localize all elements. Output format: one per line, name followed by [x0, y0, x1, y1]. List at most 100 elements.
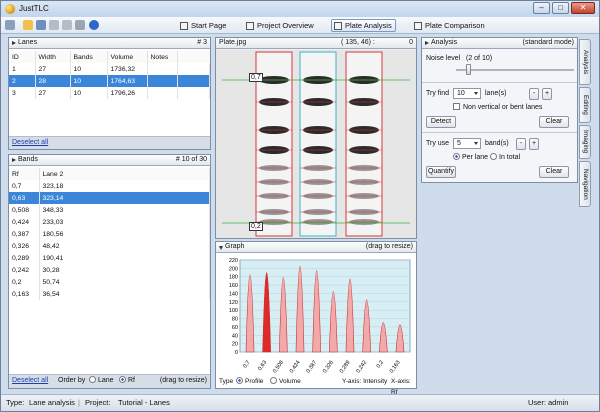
analysis-panel: Analysis (standard mode) Noise level (2 …	[421, 37, 578, 183]
non-vertical-checkbox[interactable]: Non vertical or bent lanes	[453, 103, 542, 111]
table-row-selected[interactable]: 0,63 323,14	[9, 192, 210, 204]
lanes-deselect-all[interactable]: Deselect all	[12, 139, 48, 146]
close-button[interactable]: ✕	[571, 2, 595, 14]
per-lane-radio[interactable]: Per lane	[453, 153, 488, 161]
col-volume[interactable]: Volume	[107, 51, 148, 63]
type-profile-radio[interactable]: Profile	[236, 376, 263, 387]
title-bar: JustTLC – □ ✕	[1, 1, 599, 17]
noise-slider-thumb[interactable]	[466, 64, 471, 75]
type-volume-radio[interactable]: Volume	[270, 376, 301, 387]
table-row[interactable]: 0,424 233,03	[9, 216, 210, 228]
clear-lanes-button[interactable]: Clear	[539, 116, 569, 128]
tab-navigation[interactable]: Navigation	[579, 161, 591, 207]
app-logo-icon	[5, 4, 15, 14]
order-lane-radio[interactable]: Lane	[89, 375, 114, 387]
table-row[interactable]: 0,508 348,33	[9, 204, 210, 216]
table-row[interactable]: 0,7 323,18	[9, 180, 210, 192]
col-notes[interactable]: Notes	[147, 51, 178, 63]
plate-image[interactable]	[216, 50, 416, 238]
table-row[interactable]: 0,163 36,54	[9, 288, 210, 300]
tab-imaging[interactable]: Imaging	[579, 125, 591, 159]
chevron-down-icon	[474, 92, 478, 95]
y-tick-label: 100	[229, 308, 238, 314]
collapse-icon	[12, 41, 16, 45]
col-lane2[interactable]: Lane 2	[39, 168, 210, 180]
lanes-table: ID Width Bands Volume Notes 1 27 10 1736,32…	[9, 51, 210, 99]
export-icon[interactable]	[75, 20, 85, 30]
collapse-icon	[425, 41, 429, 45]
x-tick-label: 0,63	[257, 360, 268, 372]
y-tick-label: 20	[232, 342, 238, 348]
save-icon[interactable]	[36, 20, 46, 30]
y-tick-label: 80	[232, 317, 238, 323]
noise-slider-track[interactable]	[456, 69, 574, 71]
bands-decrement-button[interactable]: -	[516, 138, 526, 150]
nav-project-overview[interactable]: Project Overview	[243, 19, 318, 32]
table-row[interactable]: 0,2 50,74	[9, 276, 210, 288]
tab-analysis[interactable]: Analysis	[579, 39, 591, 85]
graph-panel: Graph (drag to resize) 220 200 180 160 140 12…	[215, 241, 417, 396]
x-tick-label: 0,326	[322, 360, 335, 375]
profile-chart[interactable]: 2202001801601401201008060402000,7 0,63 0,5…	[216, 254, 416, 376]
x-tick-label: 0,2	[376, 360, 385, 370]
window-title: JustTLC	[19, 4, 49, 13]
in-total-radio[interactable]: In total	[490, 153, 520, 161]
bands-increment-button[interactable]: +	[529, 138, 539, 150]
col-rf[interactable]: Rf	[9, 168, 40, 180]
nav-plate-comparison[interactable]: Plate Comparison	[411, 19, 489, 32]
status-bar: Type: Lane analysis | Project: Tutorial …	[1, 394, 599, 411]
collapse-icon	[12, 158, 16, 162]
x-tick-label: 0,289	[339, 360, 352, 375]
col-bands[interactable]: Bands	[70, 51, 108, 63]
tab-editing[interactable]: Editing	[579, 87, 591, 123]
lanes-count-select[interactable]: 10	[453, 88, 481, 99]
nav-start-page[interactable]: Start Page	[177, 19, 230, 32]
undo-icon[interactable]	[49, 20, 59, 30]
order-rf-radio[interactable]: Rf	[119, 375, 135, 387]
y-tick-label: 60	[232, 325, 238, 331]
analysis-header[interactable]: Analysis (standard mode)	[422, 38, 577, 49]
maximize-button[interactable]: □	[552, 2, 569, 14]
minimize-button[interactable]: –	[533, 2, 550, 14]
x-tick-label: 0,508	[272, 360, 285, 375]
bands-header[interactable]: Bands # 10 of 30	[9, 155, 210, 166]
x-tick-label: 0,242	[355, 360, 368, 375]
detect-button[interactable]: Detect	[426, 116, 456, 128]
col-id[interactable]: ID	[9, 51, 36, 63]
table-row[interactable]: 0,387 180,56	[9, 228, 210, 240]
plate-icon	[334, 22, 342, 30]
x-tick-label: 0,424	[289, 360, 302, 375]
menu-icon[interactable]	[5, 20, 15, 30]
toolbar: Start Page Project Overview Plate Analys…	[1, 17, 599, 34]
collapse-icon	[219, 246, 223, 252]
table-row-selected[interactable]: 2 28 10 1764,63	[9, 75, 210, 87]
chevron-down-icon	[474, 142, 478, 145]
table-row[interactable]: 0,326 48,42	[9, 240, 210, 252]
graph-header[interactable]: Graph (drag to resize)	[216, 242, 416, 253]
quantify-button[interactable]: Quantify	[426, 166, 456, 178]
redo-icon[interactable]	[62, 20, 72, 30]
lanes-panel: Lanes # 3 ID Width Bands Volume Notes 12…	[8, 37, 211, 150]
bands-count-select[interactable]: 5	[453, 138, 481, 149]
table-row[interactable]: 1 27 10 1736,32	[9, 63, 210, 75]
col-width[interactable]: Width	[35, 51, 71, 63]
rf-marker-bottom[interactable]: 0,2	[249, 222, 263, 231]
bands-table: Rf Lane 2 0,7 323,18 0,63 323,14 0,508 348,33…	[9, 168, 210, 300]
bands-panel: Bands # 10 of 30 Rf Lane 2 0,7 323,18 0,63…	[8, 154, 211, 389]
rf-marker-top[interactable]: 0,7	[249, 73, 263, 82]
nav-plate-analysis[interactable]: Plate Analysis	[331, 19, 396, 32]
table-row[interactable]: 3 27 10 1796,26	[9, 87, 210, 99]
y-tick-label: 0	[235, 350, 238, 356]
x-tick-label: 0,387	[305, 360, 318, 375]
overview-icon	[246, 22, 254, 30]
y-tick-label: 220	[229, 258, 238, 264]
open-folder-icon[interactable]	[23, 20, 33, 30]
table-row[interactable]: 0,242 30,28	[9, 264, 210, 276]
help-icon[interactable]	[89, 20, 99, 30]
table-row[interactable]: 0,289 190,41	[9, 252, 210, 264]
lanes-header[interactable]: Lanes # 3	[9, 38, 210, 49]
lanes-increment-button[interactable]: +	[542, 88, 552, 100]
bands-deselect-all[interactable]: Deselect all	[12, 375, 48, 387]
clear-bands-button[interactable]: Clear	[539, 166, 569, 178]
lanes-decrement-button[interactable]: -	[529, 88, 539, 100]
